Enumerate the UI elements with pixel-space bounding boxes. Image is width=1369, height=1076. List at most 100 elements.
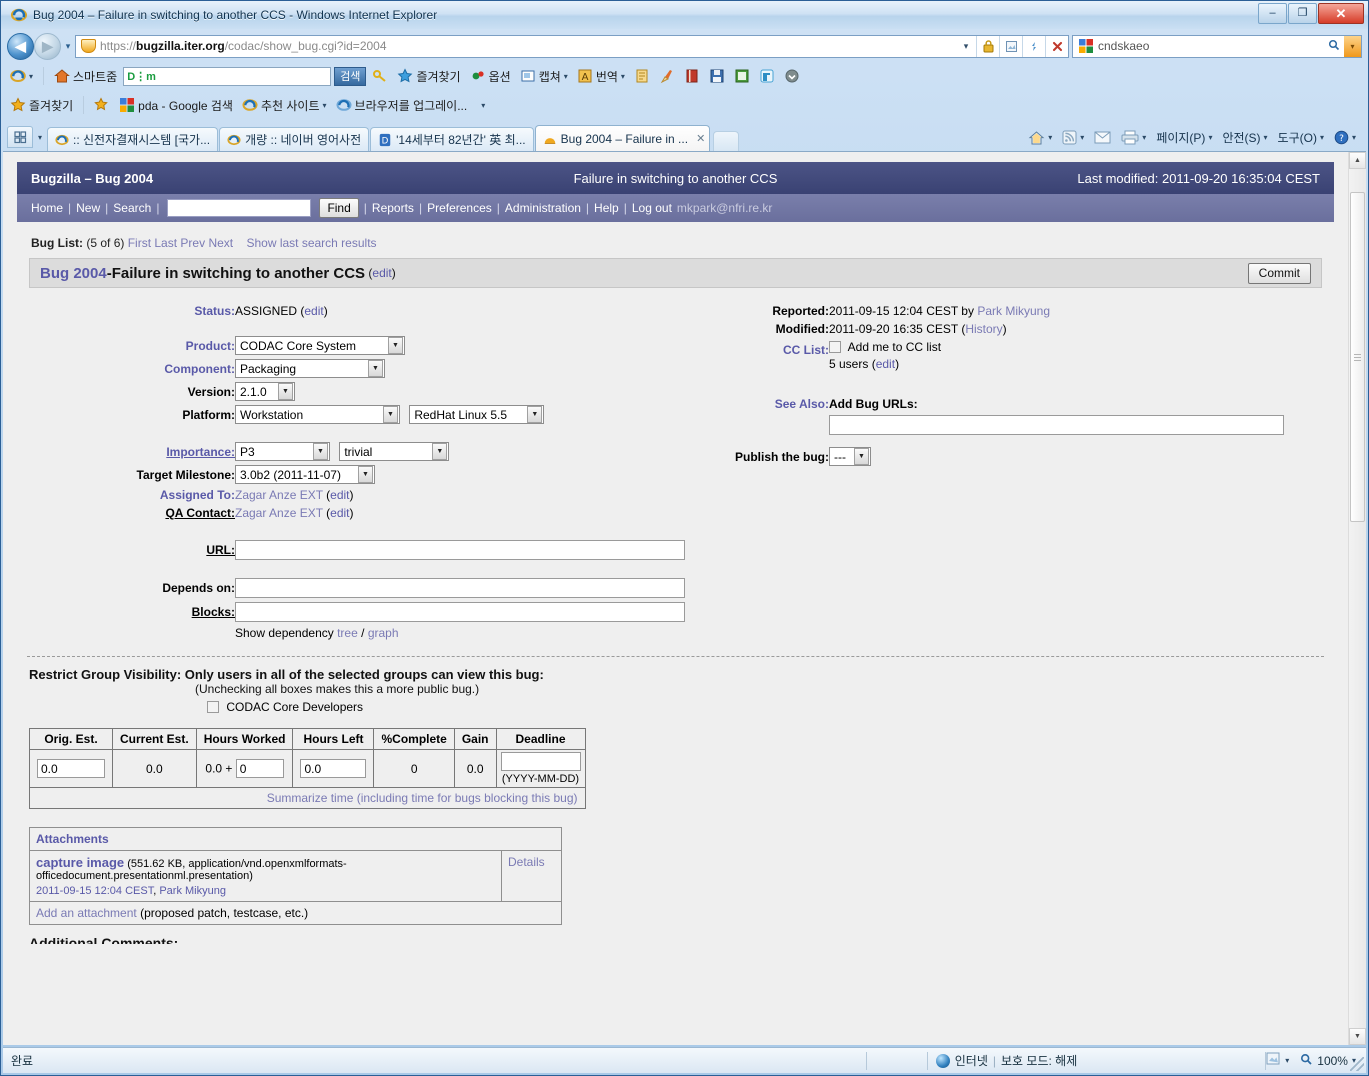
feeds-button[interactable]: ▾ [1058, 128, 1088, 147]
hours-left-input[interactable] [300, 759, 367, 778]
add-attachment-link[interactable]: Add an attachment [36, 906, 137, 920]
favorites-button[interactable]: 즐겨찾기 [7, 96, 76, 115]
dependency-tree-link[interactable]: tree [337, 626, 358, 640]
hours-worked-add-input[interactable] [235, 759, 284, 778]
naver-search-box[interactable]: D⋮m [123, 66, 332, 86]
nav-reports[interactable]: Reports [372, 201, 414, 215]
os-select[interactable]: RedHat Linux 5.5 ▼ [409, 405, 545, 424]
stop-icon[interactable] [1045, 35, 1068, 57]
nav-logout[interactable]: Log out [632, 201, 672, 215]
address-input[interactable]: https://bugzilla.iter.org/codac/show_bug… [75, 34, 1069, 58]
deadline-input[interactable] [500, 752, 581, 771]
back-button[interactable]: ◀ [7, 32, 34, 60]
tools-menu[interactable]: 도구(O) ▾ [1274, 127, 1328, 148]
smart-zoom-button[interactable]: 스마트줌 [51, 67, 120, 86]
memo-icon[interactable] [631, 67, 653, 85]
refresh-icon[interactable] [1022, 35, 1045, 57]
lock-icon[interactable] [976, 35, 999, 57]
quick-tabs-button[interactable] [7, 126, 33, 148]
nav-preferences[interactable]: Preferences [427, 201, 492, 215]
bug-list-prev[interactable]: Prev [180, 236, 205, 250]
favorite-item-upgrade-browser[interactable]: 브라우저를 업그레이... [333, 96, 471, 115]
save-icon[interactable] [706, 67, 728, 85]
nav-help[interactable]: Help [594, 201, 619, 215]
milestone-select[interactable]: 3.0b2 (2011-11-07) ▼ [235, 465, 375, 484]
page-menu[interactable]: 페이지(P) ▾ [1152, 127, 1216, 148]
scrollbar-thumb[interactable] [1350, 192, 1365, 522]
status-edit-link[interactable]: edit [304, 304, 323, 318]
favorite-item-pda-google[interactable]: pda - Google 검색 [116, 96, 236, 115]
bug-list-first[interactable]: First [128, 236, 151, 250]
close-button[interactable]: ✕ [1318, 3, 1364, 24]
more-icon[interactable] [781, 67, 803, 85]
cc-add-me-checkbox[interactable] [829, 341, 841, 353]
blocks-input[interactable] [235, 602, 685, 622]
bug-summary-edit-link[interactable]: edit [372, 266, 391, 280]
nav-search[interactable]: Search [113, 201, 151, 215]
tab-close-icon[interactable]: ✕ [696, 132, 705, 145]
tab-1[interactable]: 개량 :: 네이버 영어사전 [219, 127, 370, 151]
safety-menu[interactable]: 안전(S) ▾ [1218, 127, 1271, 148]
new-tab-button[interactable] [712, 131, 739, 151]
ie-toolbar-menu[interactable]: ▾ [7, 67, 36, 85]
reported-by-link[interactable]: Park Mikyung [977, 304, 1050, 318]
cc-edit-link[interactable]: edit [876, 357, 895, 371]
resize-grip[interactable] [1350, 1057, 1364, 1071]
tab-list-caret[interactable]: ▾ [33, 133, 47, 142]
toolbar-item-translate[interactable]: A 번역 ▾ [574, 67, 628, 86]
summarize-time-link[interactable]: Summarize time (including time for bugs … [267, 791, 578, 805]
toolbar-item-capture[interactable]: 캡쳐 ▾ [517, 67, 571, 86]
nav-administration[interactable]: Administration [505, 201, 581, 215]
commit-button[interactable]: Commit [1247, 262, 1311, 284]
assigned-to-edit-link[interactable]: edit [330, 488, 349, 502]
priority-select[interactable]: P3 ▼ [235, 442, 330, 461]
print-button[interactable]: ▾ [1117, 128, 1150, 147]
url-input[interactable] [235, 540, 685, 560]
history-link[interactable]: History [965, 322, 1002, 336]
help-button[interactable]: ? ▾ [1330, 128, 1360, 147]
tab-3-active[interactable]: Bug 2004 – Failure in ... ✕ [534, 125, 710, 151]
nav-home[interactable]: Home [31, 201, 63, 215]
vertical-scrollbar[interactable]: ▲ ▼ [1348, 152, 1366, 1045]
nav-new[interactable]: New [76, 201, 100, 215]
favorite-item-suggested-sites[interactable]: 추천 사이트 ▾ [239, 96, 330, 115]
version-select[interactable]: 2.1.0 ▼ [235, 382, 295, 401]
bug-list-last[interactable]: Last [154, 236, 177, 250]
dependency-graph-link[interactable]: graph [368, 626, 399, 640]
search-icon[interactable] [1328, 39, 1340, 54]
key-icon[interactable] [369, 67, 391, 85]
recent-pages-caret[interactable]: ▾ [61, 41, 75, 52]
broom-icon[interactable] [656, 67, 678, 85]
zoom-icon[interactable] [1300, 1053, 1313, 1069]
minimize-button[interactable]: – [1258, 3, 1287, 24]
twitter-icon[interactable] [756, 67, 778, 85]
find-button[interactable]: Find [319, 198, 359, 218]
severity-select[interactable]: trivial ▼ [339, 442, 450, 461]
depends-on-input[interactable] [235, 578, 685, 598]
compatibility-view-icon[interactable] [1266, 1052, 1281, 1069]
component-select[interactable]: Packaging ▼ [235, 359, 385, 378]
publish-select[interactable]: --- ▼ [829, 447, 871, 466]
scroll-down-button[interactable]: ▼ [1349, 1028, 1366, 1045]
orig-est-input[interactable] [37, 759, 105, 778]
quicksearch-input[interactable] [167, 199, 312, 217]
tab-0[interactable]: :: 신전자결재시스템 [국가... [47, 127, 219, 151]
group-codac-core-developers-checkbox[interactable] [207, 701, 219, 713]
naver-search-button[interactable]: 검색 [334, 66, 367, 86]
show-last-search-results[interactable]: Show last search results [246, 236, 376, 250]
search-input[interactable]: cndskaeo ▾ [1072, 34, 1362, 58]
mail-button[interactable] [1090, 129, 1115, 146]
favorites-overflow-caret[interactable]: ▾ [481, 101, 485, 110]
security-zone-cell[interactable]: 인터넷 | 보호 모드: 해제 [928, 1048, 1086, 1073]
attachment-details-link[interactable]: Details [508, 855, 545, 869]
forward-button[interactable]: ▶ [34, 32, 61, 60]
attachment-name-link[interactable]: capture image [36, 855, 124, 870]
maximize-button[interactable]: ❐ [1288, 3, 1317, 24]
bug-number[interactable]: Bug 2004 [40, 265, 107, 282]
qa-contact-edit-link[interactable]: edit [330, 506, 349, 520]
product-select[interactable]: CODAC Core System ▼ [235, 336, 405, 355]
compat-caret-icon[interactable]: ▾ [1285, 1056, 1289, 1065]
toolbar-item-favorites[interactable]: 즐겨찾기 [394, 67, 463, 86]
search-provider-caret[interactable]: ▾ [1344, 35, 1361, 57]
note-icon[interactable] [731, 67, 753, 85]
